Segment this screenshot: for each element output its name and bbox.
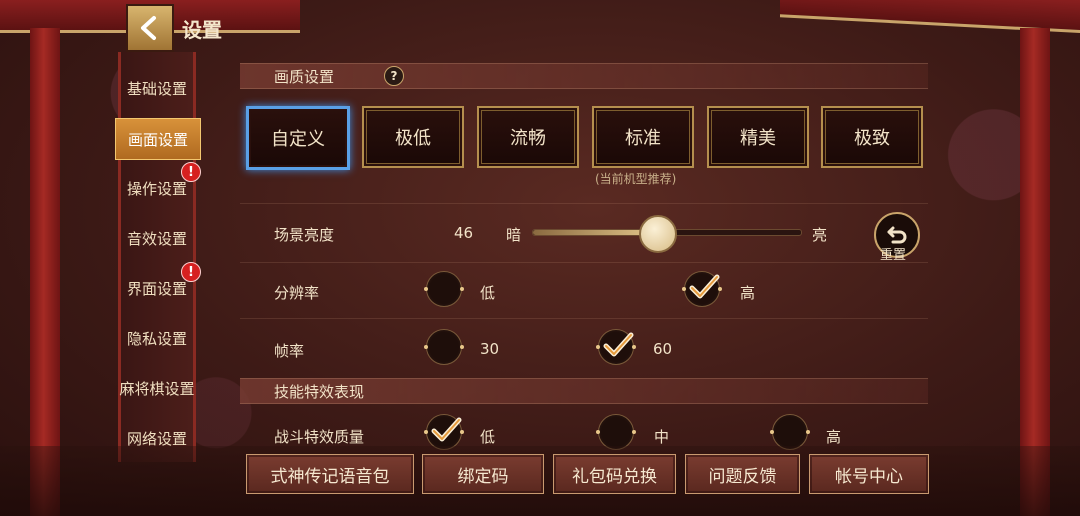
slider-fill [533,230,657,235]
sidebar-item-basic[interactable]: 基础设置 [115,68,199,108]
brightness-label: 场景亮度 [274,226,335,244]
brightness-max-label: 亮 [812,226,828,244]
preset-ultra-button[interactable]: 极致 [821,106,923,168]
preset-very-low-button[interactable]: 极低 [362,106,464,168]
effects-high-radio[interactable] [770,414,810,450]
sidebar-item-label: 画面设置 [127,130,188,149]
notification-badge: ! [181,162,201,182]
back-button[interactable] [126,4,174,52]
brightness-value: 46 [454,224,474,242]
sidebar-item-privacy[interactable]: 隐私设置 [115,318,199,358]
section-header-quality: 画质设置 [240,63,928,89]
section-title: 画质设置 [274,67,335,86]
resolution-high-label: 高 [740,284,756,302]
check-icon [603,332,634,357]
sidebar-item-controls[interactable]: 操作设置! [115,162,201,208]
sidebar-item-label: 基础设置 [126,79,187,98]
sidebar-item-graphics[interactable]: 画面设置 [115,118,201,160]
preset-fine-button[interactable]: 精美 [707,106,809,168]
sidebar: 基础设置 画面设置 操作设置! 音效设置 界面设置! 隐私设置 麻将棋设置 网络… [115,52,201,462]
sidebar-item-label: 界面设置 [126,279,187,298]
effects-mid-label: 中 [654,428,670,446]
divider [240,318,928,319]
divider [240,262,928,263]
gift-code-button[interactable]: 礼包码兑换 [553,454,676,494]
page-title: 设置 [182,18,222,42]
sidebar-item-mahjong[interactable]: 麻将棋设置 [115,368,199,408]
effects-low-label: 低 [480,428,496,446]
framerate-label: 帧率 [274,342,305,360]
resolution-high-radio[interactable] [682,271,722,307]
check-icon [689,274,720,299]
voice-pack-button[interactable]: 式神传记语音包 [246,454,414,494]
check-icon [431,417,462,442]
pillar-left [30,28,60,516]
back-arrow-icon [141,16,156,40]
resolution-label: 分辨率 [274,284,320,302]
framerate-60-radio[interactable] [596,329,636,365]
sidebar-item-label: 操作设置 [126,179,187,198]
brightness-min-label: 暗 [506,226,522,244]
sidebar-item-label: 隐私设置 [126,329,187,348]
recommend-note: (当前机型推荐) [595,172,677,186]
preset-standard-button[interactable]: 标准 [592,106,694,168]
effects-low-radio[interactable] [424,414,464,450]
sidebar-item-label: 麻将棋设置 [119,379,195,398]
sidebar-item-audio[interactable]: 音效设置 [115,218,199,258]
feedback-button[interactable]: 问题反馈 [685,454,800,494]
slider-knob[interactable] [639,215,678,253]
pillar-right [1020,28,1050,516]
battle-effects-label: 战斗特效质量 [274,428,365,446]
sidebar-item-interface[interactable]: 界面设置! [115,262,201,308]
framerate-60-label: 60 [653,340,673,358]
framerate-30-label: 30 [480,340,500,358]
effects-mid-radio[interactable] [596,414,636,450]
resolution-low-radio[interactable] [424,271,464,307]
reset-label: 重置 [880,248,907,263]
section-header-skill-effects: 技能特效表现 [240,378,928,404]
preset-custom-button[interactable]: 自定义 [246,106,350,170]
brightness-slider[interactable] [532,215,802,253]
help-icon[interactable]: ? [384,66,404,86]
preset-smooth-button[interactable]: 流畅 [477,106,579,168]
notification-badge: ! [181,262,201,282]
account-center-button[interactable]: 帐号中心 [809,454,929,494]
framerate-30-radio[interactable] [424,329,464,365]
effects-high-label: 高 [826,428,842,446]
bind-code-button[interactable]: 绑定码 [422,454,544,494]
sidebar-item-label: 音效设置 [126,229,187,248]
divider [240,203,928,204]
resolution-low-label: 低 [480,284,496,302]
section-title: 技能特效表现 [274,382,365,401]
